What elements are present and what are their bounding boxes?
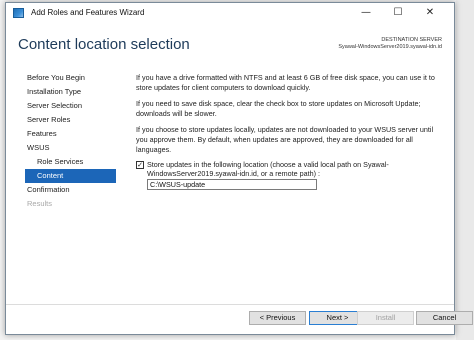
content-description: If you have a drive formatted with NTFS … [136, 73, 446, 161]
nav-item-role-services[interactable]: Role Services [25, 155, 116, 169]
nav-item-before-you-begin[interactable]: Before You Begin [25, 71, 116, 85]
page-title: Content location selection [18, 36, 190, 53]
destination-server-name: Syawal-WindowsServer2019.syawal-idn.id [338, 44, 442, 50]
nav-item-installation-type[interactable]: Installation Type [25, 85, 116, 99]
nav-item-server-roles[interactable]: Server Roles [25, 113, 116, 127]
previous-button[interactable]: < Previous [249, 311, 306, 325]
background-app-strip [456, 0, 474, 340]
footer-divider [6, 304, 454, 305]
store-updates-checkbox[interactable]: ✓ [136, 161, 144, 169]
close-icon[interactable]: ✕ [414, 3, 446, 23]
install-button: Install [357, 311, 414, 325]
content-path-input[interactable] [147, 179, 317, 190]
cancel-button[interactable]: Cancel [416, 311, 473, 325]
minimize-icon[interactable]: — [350, 3, 382, 23]
description-paragraph: If you have a drive formatted with NTFS … [136, 73, 435, 92]
nav-item-server-selection[interactable]: Server Selection [25, 99, 116, 113]
maximize-icon[interactable]: ☐ [382, 3, 414, 23]
destination-server-label: DESTINATION SERVER [381, 37, 442, 43]
description-paragraph: If you choose to store updates locally, … [136, 125, 434, 154]
title-bar[interactable]: Add Roles and Features Wizard — ☐ ✕ [6, 3, 454, 23]
nav-item-results: Results [27, 199, 53, 208]
wizard-navigation: Before You Begin Installation Type Serve… [25, 71, 116, 211]
description-paragraph: If you need to save disk space, clear th… [136, 99, 421, 118]
nav-item-features[interactable]: Features [25, 127, 116, 141]
wizard-window: Add Roles and Features Wizard — ☐ ✕ Cont… [5, 2, 473, 335]
nav-item-wsus[interactable]: WSUS [25, 141, 116, 155]
nav-item-content[interactable]: Content [25, 169, 116, 183]
wizard-app-icon [13, 8, 24, 18]
wizard-header: Content location selection DESTINATION S… [6, 23, 454, 67]
window-title: Add Roles and Features Wizard [31, 8, 145, 17]
store-updates-label[interactable]: Store updates in the following location … [147, 160, 437, 178]
nav-item-confirmation[interactable]: Confirmation [25, 183, 116, 197]
